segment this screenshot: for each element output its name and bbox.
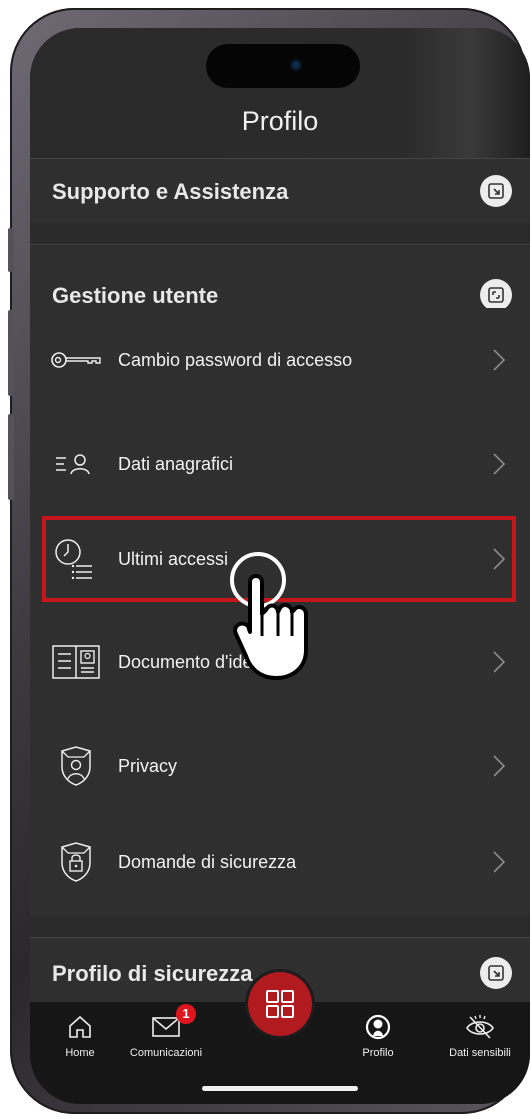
section-gap bbox=[30, 916, 530, 938]
key-icon bbox=[50, 334, 102, 386]
camera-icon bbox=[292, 61, 300, 69]
section-support[interactable]: Supporto e Assistenza bbox=[30, 158, 530, 224]
mute-switch bbox=[8, 228, 14, 272]
volume-up-button bbox=[8, 310, 14, 396]
menu-item-personal-data[interactable]: Dati anagrafici bbox=[30, 412, 530, 516]
menu-label-personal-data: Dati anagrafici bbox=[118, 454, 234, 474]
nav-item-profile[interactable]: Profilo bbox=[330, 1012, 426, 1059]
shield-user-icon bbox=[50, 740, 102, 792]
dynamic-island bbox=[206, 44, 360, 88]
mail-icon: 1 bbox=[118, 1004, 214, 1042]
app-header: Profilo bbox=[30, 28, 530, 158]
eye-slash-icon bbox=[432, 1012, 528, 1042]
id-card-icon bbox=[50, 636, 102, 688]
nav-label-communications: Comunicazioni bbox=[129, 1047, 203, 1059]
chevron-right-icon bbox=[493, 755, 506, 777]
chevron-right-icon bbox=[493, 851, 506, 873]
hand-pointer-icon bbox=[230, 552, 308, 680]
menu-label-privacy: Privacy bbox=[118, 756, 178, 776]
nav-label-home: Home bbox=[65, 1047, 95, 1059]
menu-label-change-password: Cambio password di accesso bbox=[118, 350, 353, 370]
nav-item-communications[interactable]: 1 Comunicazioni bbox=[118, 1004, 214, 1059]
volume-down-button bbox=[8, 414, 14, 500]
collapse-icon[interactable] bbox=[480, 279, 512, 311]
shield-lock-icon bbox=[50, 836, 102, 888]
section-title-user-management: Gestione utente bbox=[52, 283, 219, 308]
home-icon bbox=[32, 1012, 128, 1042]
home-indicator bbox=[202, 1086, 358, 1091]
nav-item-home[interactable]: Home bbox=[32, 1012, 128, 1059]
section-title-support: Supporto e Assistenza bbox=[52, 179, 289, 204]
menu-item-change-password[interactable]: Cambio password di accesso bbox=[30, 308, 530, 412]
chevron-right-icon bbox=[493, 651, 506, 673]
nav-label-profile: Profilo bbox=[362, 1047, 394, 1059]
menu-item-security-questions[interactable]: Domande di sicurezza bbox=[30, 810, 530, 914]
nav-label-sensitive-data: Dati sensibili bbox=[449, 1047, 511, 1059]
section-title-security-profile: Profilo di sicurezza bbox=[52, 961, 253, 986]
grid-icon[interactable] bbox=[248, 972, 312, 1036]
external-link-icon[interactable] bbox=[480, 175, 512, 207]
app-screen: Profilo Supporto e Assistenza Gestione u… bbox=[30, 28, 530, 1104]
profile-icon bbox=[330, 1012, 426, 1042]
menu-item-privacy[interactable]: Privacy bbox=[30, 714, 530, 818]
menu-label-security-questions: Domande di sicurezza bbox=[118, 852, 297, 872]
section-gap bbox=[30, 223, 530, 245]
chevron-right-icon bbox=[493, 453, 506, 475]
page-title: Profilo bbox=[241, 106, 319, 136]
user-list-icon bbox=[50, 438, 102, 490]
external-link-icon[interactable] bbox=[480, 957, 512, 989]
nav-item-sensitive-data[interactable]: Dati sensibili bbox=[432, 1012, 528, 1059]
chevron-right-icon bbox=[493, 349, 506, 371]
notification-badge: 1 bbox=[176, 1004, 196, 1024]
